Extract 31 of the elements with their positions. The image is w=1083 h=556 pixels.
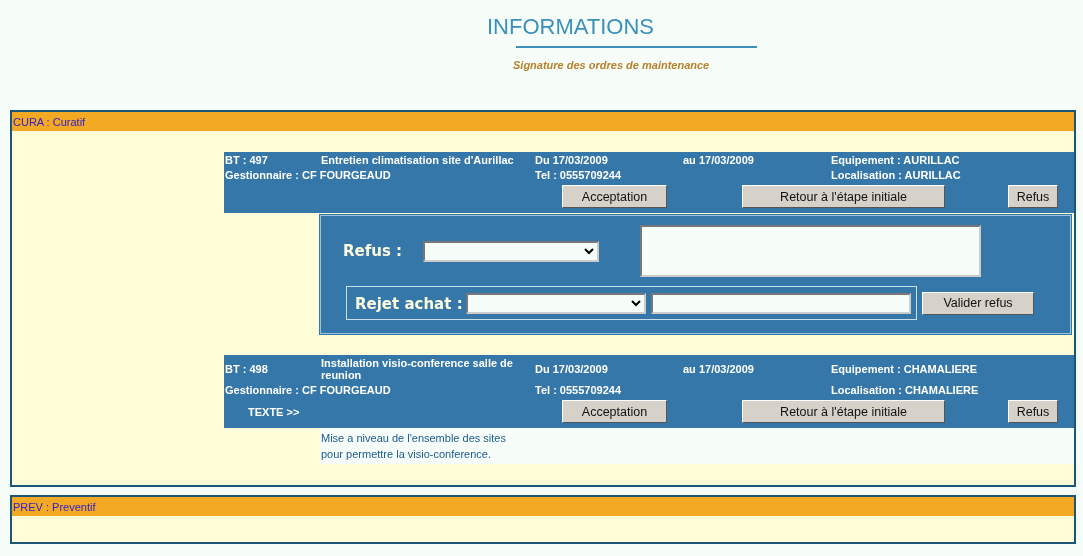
- confirm-refusal-button[interactable]: Valider refus: [922, 291, 1034, 315]
- refusal-label: Refus :: [343, 242, 404, 260]
- equipment-label: Equipement : CHAMALIERE: [831, 363, 979, 375]
- start-date: Du 17/03/2009: [535, 154, 609, 166]
- refuse-button[interactable]: Refus: [1008, 400, 1058, 423]
- order-description: Installation visio-conference salle de reunion: [321, 357, 514, 381]
- order-description: Entretien climatisation site d'Aurillac: [321, 154, 515, 166]
- accept-button[interactable]: Acceptation: [562, 400, 667, 423]
- purchase-reject-label: Rejet achat :: [355, 294, 463, 313]
- end-date: au 17/03/2009: [683, 363, 755, 375]
- accept-button[interactable]: Acceptation: [562, 185, 667, 208]
- equipment-label: Equipement : AURILLAC: [831, 154, 961, 166]
- reset-button[interactable]: Retour à l'étape initiale: [742, 185, 945, 208]
- order-number: BT : 498: [225, 363, 269, 375]
- page-title: INFORMATIONS: [487, 14, 654, 40]
- end-date: au 17/03/2009: [683, 154, 755, 166]
- refuse-button[interactable]: Refus: [1008, 185, 1058, 208]
- order-text: Mise a niveau de l'ensemble des sites pour permettre la visio-conference.: [321, 431, 507, 462]
- phone-label: Tel : 0555709244: [535, 384, 623, 396]
- reset-button[interactable]: Retour à l'étape initiale: [742, 400, 945, 423]
- text-toggle-link[interactable]: TEXTE >>: [225, 405, 562, 418]
- phone-label: Tel : 0555709244: [535, 169, 623, 181]
- manager-label: Gestionnaire : CF FOURGEAUD: [225, 169, 392, 181]
- order-number: BT : 497: [225, 154, 269, 166]
- location-label: Localisation : AURILLAC: [831, 169, 962, 181]
- start-date: Du 17/03/2009: [535, 363, 609, 375]
- page-subtitle: Signature des ordres de maintenance: [513, 59, 710, 71]
- section-title: CURA : Curatif: [13, 115, 86, 128]
- location-label: Localisation : CHAMALIERE: [831, 384, 980, 396]
- section-title: PREV : Preventif: [13, 500, 96, 513]
- manager-label: Gestionnaire : CF FOURGEAUD: [225, 384, 392, 396]
